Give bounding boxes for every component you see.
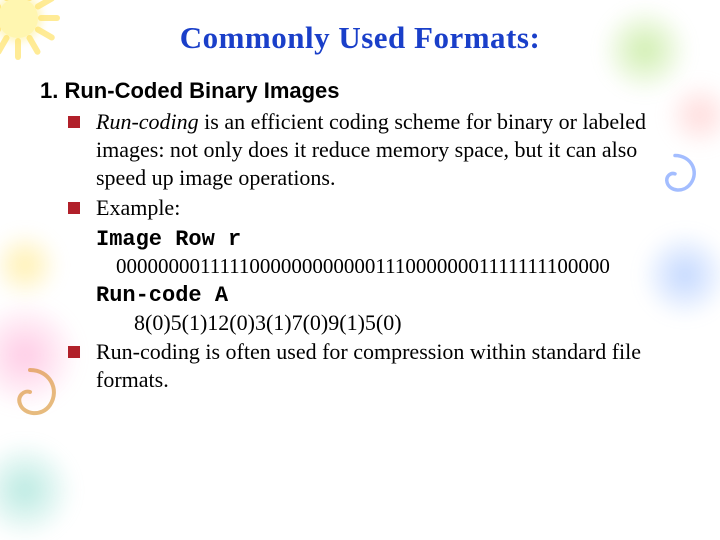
bullet-list: Run‑coding is an efficient coding scheme… xyxy=(40,108,680,223)
list-item: Run‑coding is an efficient coding scheme… xyxy=(68,108,680,192)
example-label: Example: xyxy=(96,195,180,220)
emphasis-text: Run‑coding xyxy=(96,109,199,134)
runcode-label: Run‑code A xyxy=(40,281,680,308)
section-number: 1. xyxy=(40,78,58,103)
color-blob xyxy=(0,440,75,540)
image-row-label: Image Row r xyxy=(40,225,680,252)
list-item: Run‑coding is often used for compression… xyxy=(68,338,680,394)
list-item: Example: xyxy=(68,194,680,222)
binary-string: 0000000011111000000000000111000000011111… xyxy=(40,254,680,279)
section-heading: 1. Run‑Coded Binary Images xyxy=(40,78,680,104)
body-text: Run‑coding is often used for compression… xyxy=(96,339,641,392)
bullet-list: Run‑coding is often used for compression… xyxy=(40,338,680,394)
slide-title: Commonly Used Formats: xyxy=(40,20,680,56)
slide-content: Commonly Used Formats: 1. Run‑Coded Bina… xyxy=(0,0,720,394)
runcode-value: 8(0)5(1)12(0)3(1)7(0)9(1)5(0) xyxy=(40,310,680,336)
section-heading-text: Run‑Coded Binary Images xyxy=(64,78,339,103)
